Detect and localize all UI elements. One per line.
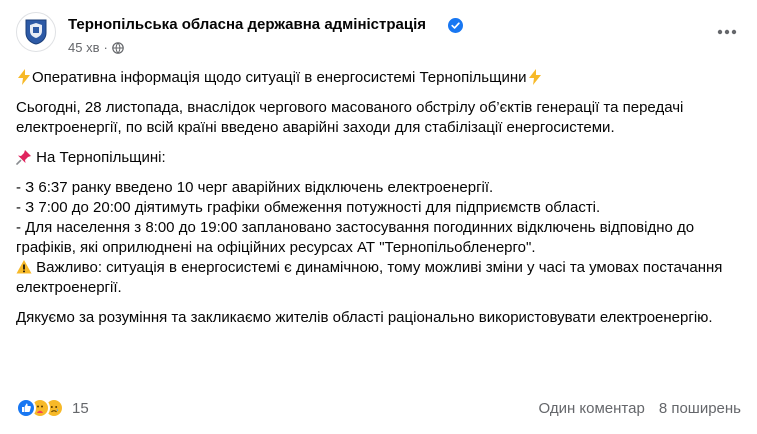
region-heading-line: На Тернопільщині: xyxy=(16,148,741,168)
more-options-icon xyxy=(717,29,737,35)
warning-line: Важливо: ситуація в енергосистемі є дина… xyxy=(16,258,741,298)
post-timestamp[interactable]: 45 хв xyxy=(68,40,99,55)
post-body: Оперативна інформація щодо ситуації в ен… xyxy=(16,68,741,338)
pushpin-icon xyxy=(16,150,31,165)
like-icon xyxy=(16,398,36,418)
more-options-button[interactable] xyxy=(713,18,741,46)
reactions-summary[interactable]: 15 xyxy=(16,398,89,418)
warning-icon xyxy=(16,260,32,274)
post-meta: 45 хв · xyxy=(68,40,124,55)
lightning-icon xyxy=(528,69,541,85)
coat-of-arms-icon xyxy=(25,19,47,45)
reactions-count[interactable]: 15 xyxy=(72,400,89,417)
page-name-link[interactable]: Тернопільська обласна державна адміністр… xyxy=(68,16,426,33)
verified-badge-icon xyxy=(448,18,463,33)
lightning-icon xyxy=(18,69,30,85)
closing-text: Дякуємо за розуміння та закликаємо жител… xyxy=(16,309,713,326)
post-footer: 15 Один коментар 8 поширень xyxy=(16,396,741,424)
shares-count-link[interactable]: 8 поширень xyxy=(659,400,741,417)
outage-item: - З 6:37 ранку введено 10 черг аварійних… xyxy=(16,179,494,196)
page-avatar[interactable] xyxy=(16,12,56,52)
outage-item: - Для населення з 8:00 до 19:00 запланов… xyxy=(16,219,695,256)
outage-item: - З 7:00 до 20:00 діятимуть графіки обме… xyxy=(16,199,601,216)
post-title: Оперативна інформація щодо ситуації в ен… xyxy=(32,69,527,86)
globe-icon[interactable] xyxy=(112,41,124,54)
comments-count-link[interactable]: Один коментар xyxy=(539,400,645,417)
facebook-post: Тернопільська обласна державна адміністр… xyxy=(0,0,757,434)
meta-separator: · xyxy=(103,40,108,55)
post-stats: Один коментар 8 поширень xyxy=(539,400,742,417)
post-title-line: Оперативна інформація щодо ситуації в ен… xyxy=(16,68,741,88)
region-heading: На Тернопільщині: xyxy=(36,149,166,166)
post-header: Тернопільська обласна державна адміністр… xyxy=(16,12,741,60)
warning-text: Важливо: ситуація в енергосистемі є дина… xyxy=(16,259,723,296)
post-intro: Сьогодні, 28 листопада, внаслідок чергов… xyxy=(16,99,684,136)
